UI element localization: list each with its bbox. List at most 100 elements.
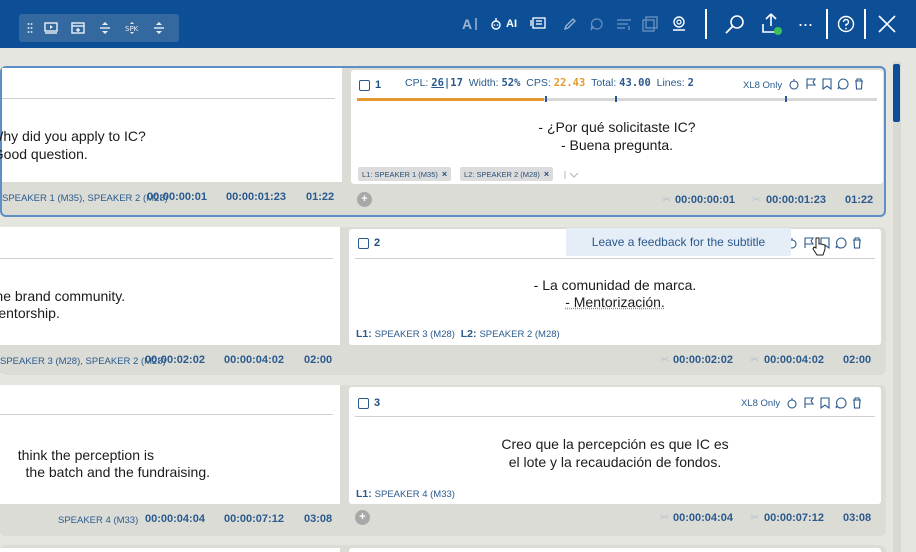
target-pane[interactable] [349, 548, 881, 552]
translate-icon[interactable] [529, 11, 547, 37]
split-scissor-icon[interactable]: ✂ [662, 193, 671, 206]
insert-subtitle-icon[interactable] [64, 16, 91, 40]
source-timecode-out[interactable]: 00:00:07:12 [224, 513, 284, 525]
expand-subtitle-icon[interactable] [145, 16, 172, 40]
target-line-1[interactable]: - La comunidad de marca. [349, 276, 881, 294]
source-line-2: - Mentorship. [0, 305, 60, 321]
bookmark-icon[interactable] [820, 397, 830, 409]
source-footer: SPEAKER 4 (M33) 00:00:04:04 00:00:07:12 … [0, 504, 340, 532]
row-index: 3 [374, 397, 381, 409]
subtitle-row-3[interactable]: think the perception is the batch and th… [0, 385, 886, 536]
target-line-1[interactable]: - ¿Por qué solicitaste IC? [351, 118, 883, 136]
row-checkbox[interactable] [359, 80, 370, 91]
toolbar-divider-3 [864, 9, 866, 39]
split-scissor-icon[interactable]: ✂ [750, 511, 759, 524]
split-scissor-icon[interactable]: ✂ [660, 353, 669, 366]
split-scissor-icon[interactable]: ✂ [752, 193, 761, 206]
split-subtitle-icon[interactable] [91, 16, 118, 40]
ai-robot-icon[interactable] [786, 397, 798, 409]
target-footer: + ✂ 00:00:00:01 ✂ 00:00:01:23 01:22 [351, 186, 883, 214]
mouse-pointer-icon [812, 237, 826, 256]
row-index: 2 [374, 237, 381, 249]
target-line-1[interactable]: Creo que la percepción es que IC es [349, 435, 881, 453]
target-footer: + ✂ 00:00:04:04 ✂ 00:00:07:12 03:08 [349, 504, 881, 532]
bookmark-icon[interactable] [822, 78, 832, 90]
target-timecode-in[interactable]: 00:00:00:01 [675, 194, 735, 206]
trash-icon[interactable] [852, 237, 862, 249]
source-line-2: - Good question. [0, 146, 88, 162]
xl8-only-label: XL8 Only [743, 80, 783, 91]
target-pane[interactable]: 1 CPL: 26|17 Width: 52% CPS: 22.43 Total… [351, 70, 883, 184]
remove-chip-icon[interactable]: × [544, 169, 549, 179]
speaker-chip[interactable]: L1: SPEAKER 1 (M35) × [358, 167, 452, 181]
source-pane [0, 548, 340, 552]
ai-robot-icon[interactable] [788, 78, 800, 90]
split-scissor-icon[interactable]: ✂ [750, 353, 759, 366]
cps-progress-bar [357, 96, 877, 102]
target-timecode-in[interactable]: 00:00:04:04 [673, 512, 733, 524]
reviewer-icon[interactable] [670, 11, 688, 37]
source-timecode-out[interactable]: 00:00:01:23 [226, 191, 286, 203]
cps-progress-fill [357, 98, 545, 101]
subtitle-row-4[interactable] [0, 545, 886, 552]
comment-icon[interactable] [835, 397, 847, 409]
xl8-only-label: XL8 Only [741, 398, 781, 409]
comment-icon[interactable] [837, 78, 849, 90]
more-options-icon[interactable]: ··· [794, 11, 816, 37]
source-timecode-in[interactable]: 00:00:00:01 [147, 191, 207, 203]
export-upload-icon[interactable] [758, 11, 784, 37]
chip-dropdown-icon[interactable] [564, 171, 582, 179]
merge-subtitle-icon[interactable]: SPK [118, 16, 145, 40]
remove-chip-icon[interactable]: × [442, 169, 447, 179]
flag-icon[interactable] [803, 397, 815, 409]
row-actions [786, 397, 862, 409]
target-line-2[interactable]: el lote y la recaudación de fondos. [349, 453, 881, 471]
subtitle-stats: CPL: 26|17 Width: 52% CPS: 22.43 Total: … [405, 77, 694, 89]
add-subtitle-button[interactable]: + [357, 192, 372, 207]
scrollbar-thumb[interactable] [893, 64, 900, 122]
speaker-chip[interactable]: L2: SPEAKER 2 (M28) × [460, 167, 554, 181]
divider [0, 414, 333, 415]
edit-pencil-icon[interactable] [562, 11, 578, 37]
row-actions [788, 78, 864, 90]
target-timecode-in[interactable]: 00:00:02:02 [673, 354, 733, 366]
source-speakers: SPEAKER 1 (M35), SPEAKER 2 (M28) [2, 193, 168, 204]
divider [355, 258, 875, 259]
split-scissor-icon[interactable]: ✂ [660, 511, 669, 524]
subtitle-row-1[interactable]: Why did you apply to IC? - Good question… [0, 66, 886, 217]
target-duration: 03:08 [843, 512, 872, 524]
target-line-2[interactable]: - Mentorización. [349, 293, 881, 311]
text-style-icon[interactable]: A [462, 11, 480, 37]
play-subtitle-icon[interactable] [37, 16, 64, 40]
row-checkbox[interactable] [358, 398, 369, 409]
source-timecode-in[interactable]: 00:00:04:04 [145, 513, 205, 525]
target-timecode-out[interactable]: 00:00:04:02 [764, 354, 824, 366]
svg-text:SPK: SPK [125, 25, 139, 33]
close-icon[interactable] [876, 11, 898, 37]
target-duration: 01:22 [845, 194, 874, 206]
copy-icon[interactable] [641, 11, 659, 37]
source-footer: SPEAKER 1 (M35), SPEAKER 2 (M28) 00:00:0… [2, 182, 342, 210]
target-line-2[interactable]: - Buena pregunta. [351, 136, 883, 154]
target-timecode-out[interactable]: 00:00:07:12 [764, 512, 824, 524]
trash-icon[interactable] [854, 78, 864, 90]
source-footer: SPEAKER 3 (M28), SPEAKER 2 (M28) 00:00:0… [0, 345, 340, 373]
target-timecode-out[interactable]: 00:00:01:23 [766, 194, 826, 206]
trash-icon[interactable] [852, 397, 862, 409]
list-icon[interactable] [615, 11, 633, 37]
comment-icon[interactable] [589, 11, 605, 37]
svg-text:A: A [462, 16, 472, 32]
ai-assistant-button[interactable]: AI [486, 11, 520, 37]
help-icon[interactable] [836, 11, 856, 37]
scrollbar-track[interactable] [893, 62, 901, 552]
target-duration: 02:00 [843, 354, 872, 366]
drag-handle-icon[interactable] [23, 16, 37, 40]
flag-icon[interactable] [805, 78, 817, 90]
source-timecode-in[interactable]: 00:00:02:02 [145, 354, 205, 366]
add-subtitle-button[interactable]: + [355, 510, 370, 525]
target-pane[interactable]: 3 XL8 Only Creo que la percepción es que… [349, 387, 881, 504]
source-timecode-out[interactable]: 00:00:04:02 [224, 354, 284, 366]
search-replace-icon[interactable] [723, 11, 747, 37]
comment-icon[interactable] [835, 237, 847, 249]
row-checkbox[interactable] [358, 238, 369, 249]
